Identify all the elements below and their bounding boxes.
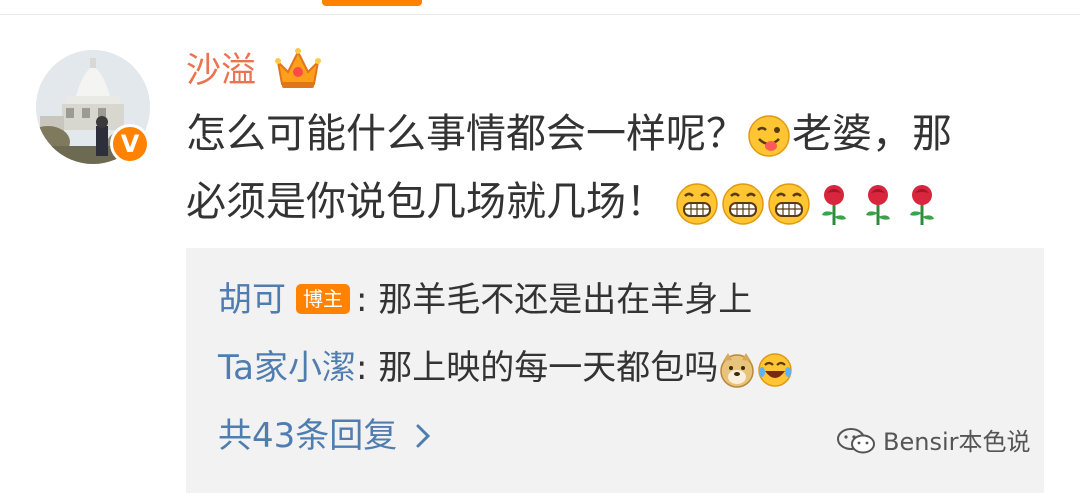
reply-author[interactable]: 胡可 xyxy=(218,280,286,320)
reply-author[interactable]: Ta家小潔 xyxy=(218,348,356,388)
more-replies-label[interactable]: 共43条回复 xyxy=(218,416,397,456)
comment-text-line-1: 怎么可能什么事情都会一样呢？ 老婆，那 xyxy=(186,108,952,160)
active-tab-indicator xyxy=(322,0,422,6)
grin-emoji xyxy=(722,183,764,225)
username[interactable]: 沙溢 xyxy=(186,48,256,94)
rose-emoji xyxy=(822,185,846,225)
wechat-icon xyxy=(837,428,875,454)
reply-text: 那上映的每一天都包吗 xyxy=(378,348,719,388)
rose-emoji xyxy=(866,185,890,225)
verified-v-badge: V xyxy=(110,124,150,164)
reply-item[interactable]: Ta家小潔: 那上映的每一天都包吗 xyxy=(218,346,794,390)
comment-text-line-2: 必须是你说包几场就几场！ xyxy=(186,176,944,228)
grin-emoji xyxy=(676,183,718,225)
grin-emoji xyxy=(768,183,810,225)
comment-text-part-1: 怎么可能什么事情都会一样呢？ xyxy=(186,111,746,157)
vip-crown-icon xyxy=(275,48,321,88)
more-replies-link[interactable]: 共43条回复 xyxy=(218,414,431,458)
chevron-right-icon xyxy=(416,424,431,447)
doge-emoji xyxy=(720,352,755,388)
laugh-tears-emoji xyxy=(758,352,793,387)
comment-text-part-3: 必须是你说包几场就几场！ xyxy=(186,179,666,225)
tongue-wink-emoji xyxy=(748,115,790,157)
reply-separator: : xyxy=(356,280,368,320)
reply-separator: : xyxy=(355,348,368,388)
comment-text-part-2: 老婆，那 xyxy=(792,111,952,157)
rose-emoji xyxy=(910,185,934,225)
top-divider xyxy=(0,14,1080,15)
watermark: Bensir本色说 xyxy=(835,426,1030,458)
host-badge: 博主 xyxy=(296,283,350,314)
reply-text: 那羊毛不还是出在羊身上 xyxy=(378,280,753,320)
watermark-text: Bensir本色说 xyxy=(883,428,1031,456)
reply-item[interactable]: 胡可 博主: 那羊毛不还是出在羊身上 xyxy=(218,278,752,322)
